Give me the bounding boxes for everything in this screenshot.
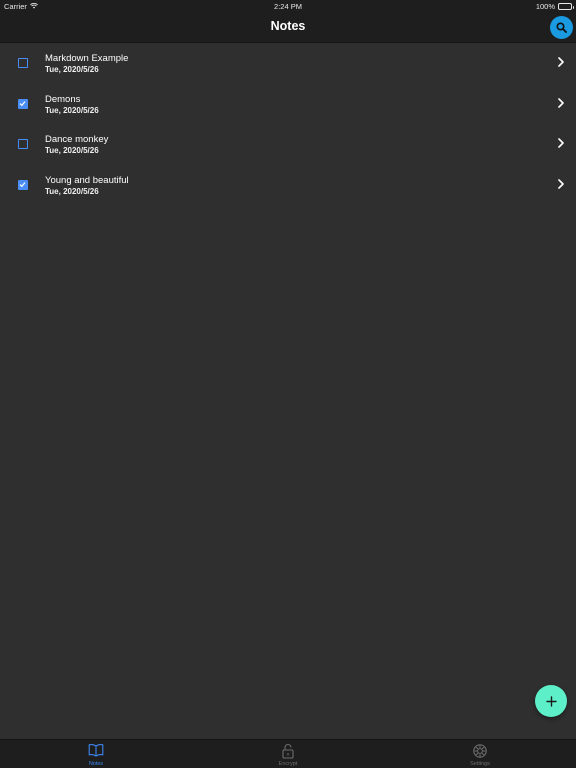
search-button[interactable] <box>550 16 573 39</box>
gear-icon <box>473 744 487 758</box>
search-icon <box>556 22 567 33</box>
tab-label: Encrypt <box>278 761 298 767</box>
nav-bar: Notes <box>0 12 576 43</box>
lock-icon <box>282 744 294 759</box>
battery-icon <box>558 3 574 10</box>
note-title: Demons <box>45 93 81 105</box>
book-icon <box>88 744 104 757</box>
note-title: Markdown Example <box>45 53 129 64</box>
chevron-right-icon <box>558 178 564 189</box>
status-right: 100% <box>535 2 574 11</box>
notes-app: Carrier 2:24 PM 100% Notes Markdown Exam… <box>0 0 576 768</box>
chevron-right-icon <box>558 57 564 67</box>
tab-label: Notes <box>88 761 104 767</box>
note-date: Tue, 2020/5/26 <box>45 146 99 155</box>
note-row[interactable]: Demons Tue, 2020/5/26 <box>0 84 576 125</box>
tab-encrypt[interactable]: Encrypt <box>258 743 318 767</box>
note-checkbox[interactable] <box>18 98 28 109</box>
note-checkbox[interactable] <box>18 179 28 190</box>
note-date: Tue, 2020/5/26 <box>45 65 99 74</box>
note-date: Tue, 2020/5/26 <box>45 105 99 115</box>
chevron-right-icon <box>558 138 564 148</box>
checkmark-icon <box>19 181 26 187</box>
note-title: Dance monkey <box>45 134 109 145</box>
note-list: Markdown Example Tue, 2020/5/26 Demons T… <box>0 43 576 205</box>
checkmark-icon <box>19 100 26 106</box>
note-checkbox[interactable] <box>18 58 28 68</box>
note-row[interactable]: Dance monkey Tue, 2020/5/26 <box>0 124 576 165</box>
note-row[interactable]: Markdown Example Tue, 2020/5/26 <box>0 43 576 84</box>
tab-settings[interactable]: Settings <box>450 743 510 767</box>
note-checkbox[interactable] <box>18 139 28 149</box>
note-row[interactable]: Young and beautiful Tue, 2020/5/26 <box>0 165 576 206</box>
tab-notes[interactable]: Notes <box>66 743 126 767</box>
note-date: Tue, 2020/5/26 <box>45 186 99 196</box>
tab-bar: Notes Encrypt Settings <box>0 739 576 768</box>
plus-icon <box>545 695 557 707</box>
tab-label: Settings <box>470 761 490 767</box>
page-title: Notes <box>270 19 306 33</box>
status-bar: Carrier 2:24 PM 100% <box>0 0 576 12</box>
battery-percent: 100% <box>535 2 555 11</box>
add-note-button[interactable] <box>535 685 567 717</box>
status-time: 2:24 PM <box>274 2 302 11</box>
chevron-right-icon <box>558 97 564 108</box>
note-title: Young and beautiful <box>45 174 129 186</box>
